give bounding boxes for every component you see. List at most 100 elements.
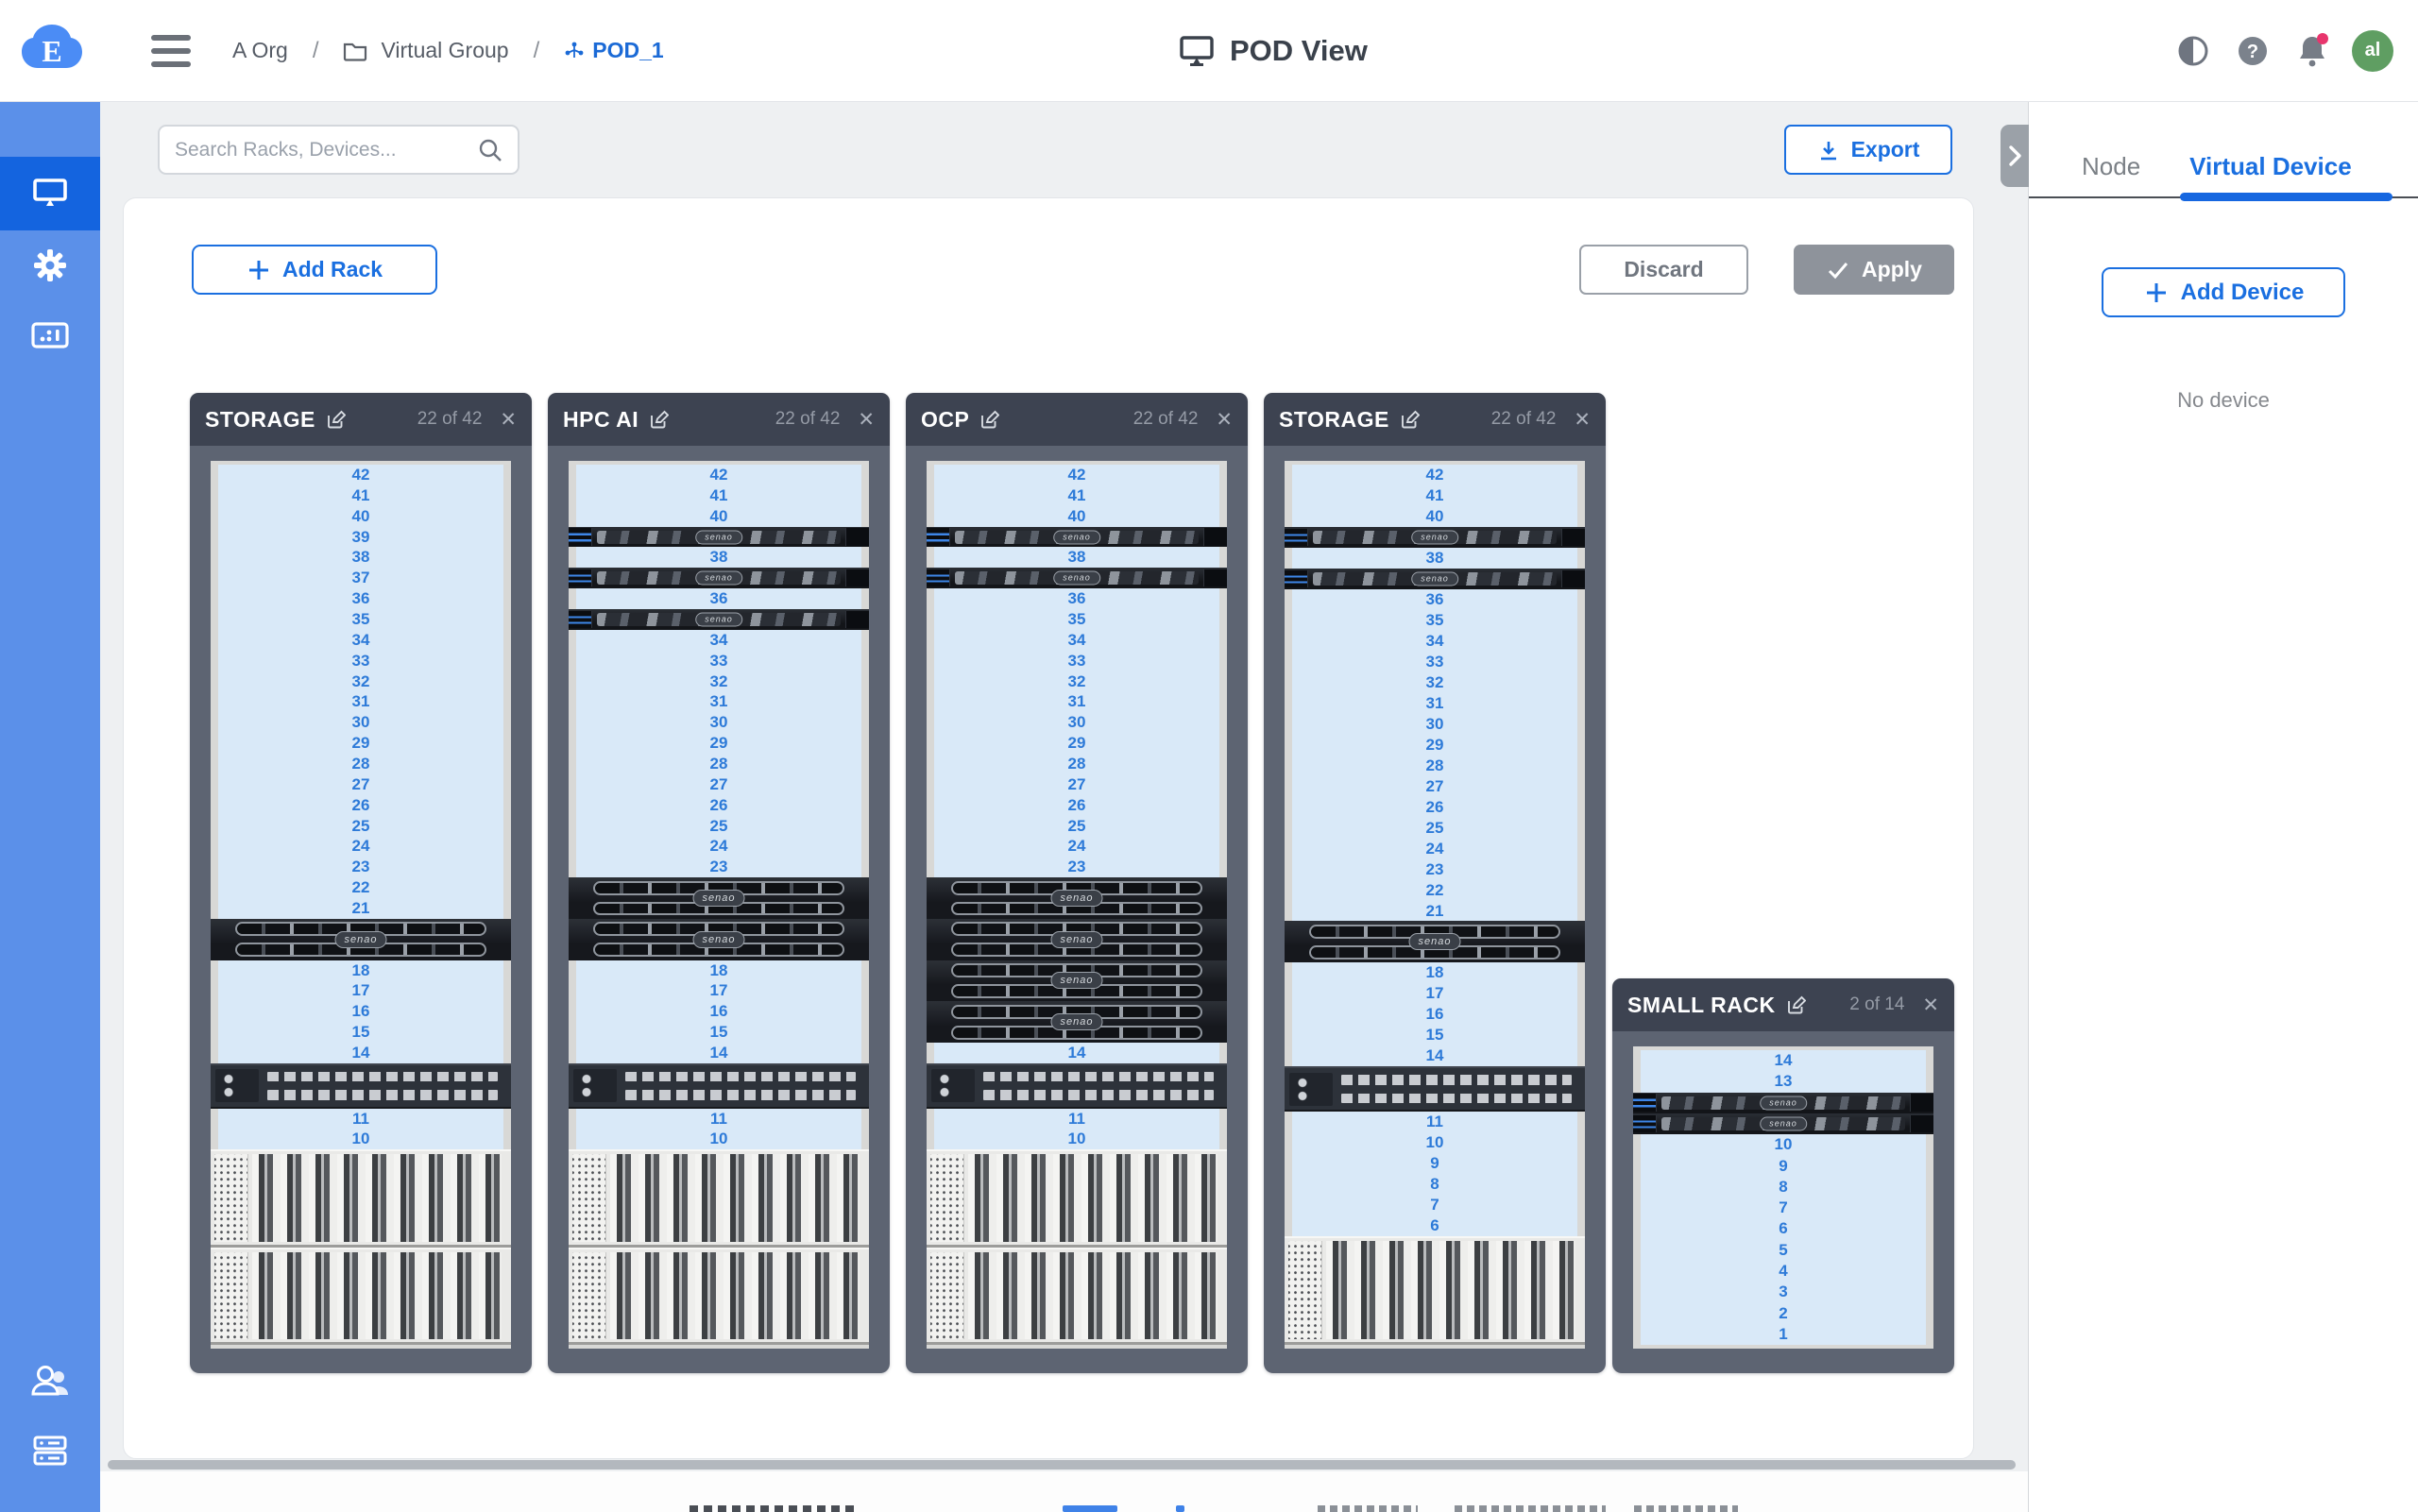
unit-slot-35[interactable]: 35: [218, 609, 503, 630]
unit-slot-31[interactable]: 31: [218, 691, 503, 712]
unit-slot-8[interactable]: 8: [1641, 1177, 1926, 1198]
unit-slot-35[interactable]: 35: [1292, 610, 1577, 631]
unit-slot-31[interactable]: 31: [934, 691, 1219, 712]
help-icon[interactable]: ?: [2233, 31, 2273, 71]
unit-slot-42[interactable]: 42: [218, 465, 503, 485]
unit-slot-40[interactable]: 40: [218, 506, 503, 527]
device-chassis[interactable]: [1285, 1236, 1585, 1345]
unit-slot-17[interactable]: 17: [576, 980, 861, 1001]
device-server1u[interactable]: senao: [569, 568, 869, 588]
menu-icon[interactable]: [151, 35, 191, 67]
unit-slot-29[interactable]: 29: [218, 733, 503, 754]
device-storage2u[interactable]: senao: [1285, 921, 1585, 962]
device-server1u[interactable]: senao: [1633, 1113, 1933, 1134]
unit-slot-6[interactable]: 6: [1292, 1215, 1577, 1236]
tab-node[interactable]: Node: [2082, 152, 2140, 181]
unit-slot-2[interactable]: 2: [1641, 1302, 1926, 1323]
unit-slot-15[interactable]: 15: [1292, 1025, 1577, 1045]
unit-slot-25[interactable]: 25: [1292, 818, 1577, 839]
unit-slot-30[interactable]: 30: [576, 712, 861, 733]
unit-slot-40[interactable]: 40: [934, 506, 1219, 527]
unit-slot-32[interactable]: 32: [218, 671, 503, 692]
device-storage2u[interactable]: senao: [569, 877, 869, 919]
close-rack-icon[interactable]: ✕: [1574, 410, 1591, 430]
unit-slot-10[interactable]: 10: [1292, 1132, 1577, 1153]
unit-slot-29[interactable]: 29: [576, 733, 861, 754]
close-rack-icon[interactable]: ✕: [858, 410, 875, 430]
unit-slot-23[interactable]: 23: [218, 857, 503, 877]
unit-slot-17[interactable]: 17: [1292, 983, 1577, 1004]
unit-slot-29[interactable]: 29: [934, 733, 1219, 754]
unit-slot-38[interactable]: 38: [576, 547, 861, 568]
unit-slot-16[interactable]: 16: [1292, 1004, 1577, 1025]
tab-virtual-device[interactable]: Virtual Device: [2189, 152, 2352, 181]
unit-slot-27[interactable]: 27: [1292, 776, 1577, 797]
device-chassis[interactable]: [211, 1149, 511, 1247]
unit-slot-14[interactable]: 14: [218, 1043, 503, 1063]
device-chassis[interactable]: [927, 1149, 1227, 1247]
unit-slot-21[interactable]: 21: [218, 898, 503, 919]
close-rack-icon[interactable]: ✕: [1216, 410, 1233, 430]
search-input[interactable]: [175, 139, 478, 161]
unit-slot-31[interactable]: 31: [576, 691, 861, 712]
unit-slot-11[interactable]: 11: [1292, 1112, 1577, 1132]
unit-slot-11[interactable]: 11: [218, 1109, 503, 1130]
unit-slot-36[interactable]: 36: [1292, 589, 1577, 610]
unit-slot-40[interactable]: 40: [576, 506, 861, 527]
unit-slot-34[interactable]: 34: [934, 630, 1219, 651]
device-server1u[interactable]: senao: [1633, 1093, 1933, 1113]
edit-rack-icon[interactable]: [326, 410, 346, 430]
unit-slot-42[interactable]: 42: [1292, 465, 1577, 485]
device-storage2u[interactable]: senao: [569, 919, 869, 960]
device-server1u[interactable]: senao: [569, 527, 869, 548]
unit-slot-23[interactable]: 23: [576, 857, 861, 877]
panel-collapse-button[interactable]: [2001, 125, 2029, 187]
edit-rack-icon[interactable]: [979, 410, 999, 430]
edit-rack-icon[interactable]: [1786, 995, 1806, 1015]
sidebar-item-users[interactable]: [0, 1346, 100, 1416]
unit-slot-22[interactable]: 22: [1292, 880, 1577, 901]
unit-slot-27[interactable]: 27: [576, 774, 861, 795]
sidebar-item-settings[interactable]: [0, 230, 100, 300]
unit-slot-32[interactable]: 32: [576, 671, 861, 692]
unit-slot-23[interactable]: 23: [1292, 859, 1577, 880]
unit-slot-14[interactable]: 14: [1292, 1045, 1577, 1066]
unit-slot-37[interactable]: 37: [218, 568, 503, 588]
unit-slot-11[interactable]: 11: [576, 1109, 861, 1130]
unit-slot-34[interactable]: 34: [1292, 631, 1577, 652]
unit-slot-16[interactable]: 16: [218, 1001, 503, 1022]
device-chassis[interactable]: [569, 1149, 869, 1247]
unit-slot-14[interactable]: 14: [576, 1043, 861, 1063]
edit-rack-icon[interactable]: [649, 410, 669, 430]
device-storage2u[interactable]: senao: [927, 1001, 1227, 1043]
unit-slot-28[interactable]: 28: [576, 754, 861, 774]
unit-slot-34[interactable]: 34: [218, 630, 503, 651]
unit-slot-18[interactable]: 18: [1292, 962, 1577, 983]
close-rack-icon[interactable]: ✕: [500, 410, 517, 430]
close-rack-icon[interactable]: ✕: [1922, 995, 1939, 1015]
unit-slot-42[interactable]: 42: [576, 465, 861, 485]
unit-slot-31[interactable]: 31: [1292, 693, 1577, 714]
unit-slot-38[interactable]: 38: [934, 547, 1219, 568]
edit-rack-icon[interactable]: [1400, 410, 1420, 430]
device-server1u[interactable]: senao: [927, 568, 1227, 588]
unit-slot-15[interactable]: 15: [218, 1022, 503, 1043]
device-switch[interactable]: [569, 1063, 869, 1109]
unit-slot-36[interactable]: 36: [934, 588, 1219, 609]
unit-slot-25[interactable]: 25: [934, 816, 1219, 837]
device-chassis[interactable]: [569, 1248, 869, 1345]
breadcrumb-org[interactable]: A Org: [232, 38, 288, 63]
unit-slot-33[interactable]: 33: [934, 651, 1219, 671]
unit-slot-39[interactable]: 39: [218, 527, 503, 548]
unit-slot-13[interactable]: 13: [1641, 1071, 1926, 1092]
unit-slot-23[interactable]: 23: [934, 857, 1219, 877]
unit-slot-7[interactable]: 7: [1292, 1195, 1577, 1215]
unit-slot-26[interactable]: 26: [576, 795, 861, 816]
unit-slot-30[interactable]: 30: [218, 712, 503, 733]
unit-slot-41[interactable]: 41: [934, 485, 1219, 506]
unit-slot-30[interactable]: 30: [934, 712, 1219, 733]
unit-slot-35[interactable]: 35: [934, 609, 1219, 630]
unit-slot-28[interactable]: 28: [218, 754, 503, 774]
avatar[interactable]: al: [2352, 30, 2393, 72]
unit-slot-29[interactable]: 29: [1292, 735, 1577, 756]
